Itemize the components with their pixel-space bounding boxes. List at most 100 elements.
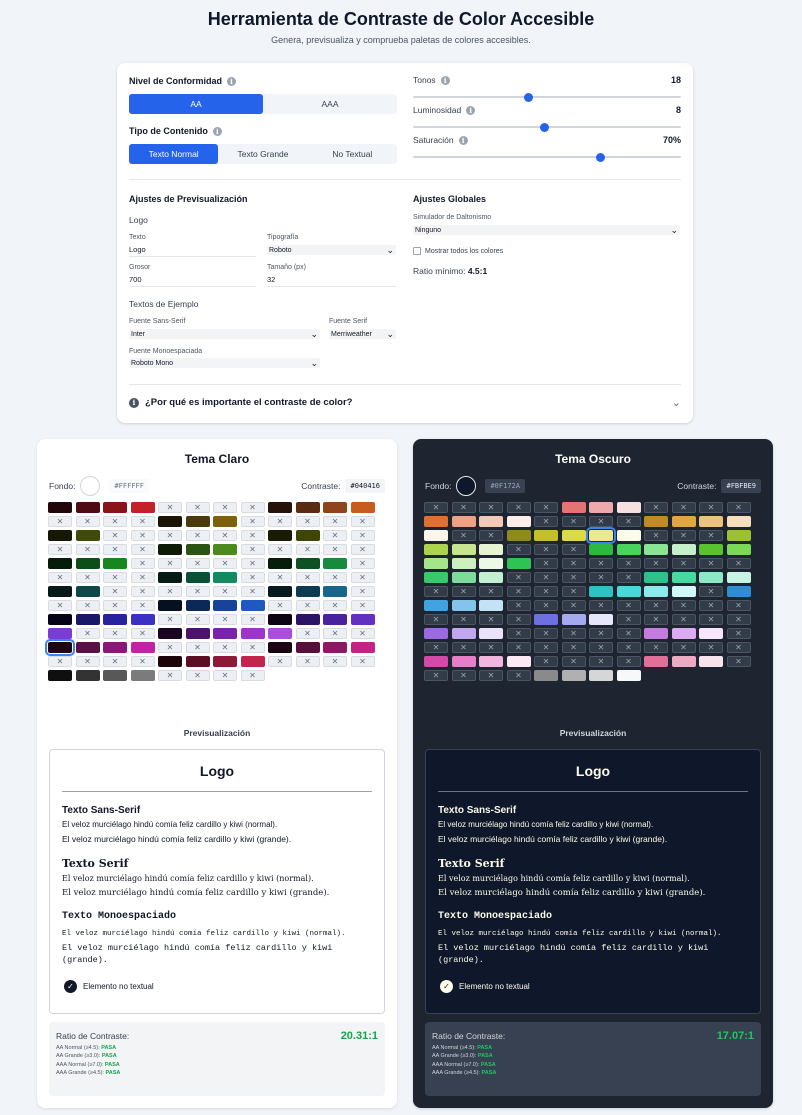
- color-cell-unavailable[interactable]: ✕: [323, 628, 347, 639]
- color-cell-unavailable[interactable]: ✕: [506, 628, 531, 639]
- faq-accordion[interactable]: i ¿Por qué es importante el contraste de…: [129, 397, 681, 408]
- color-cell-unavailable[interactable]: ✕: [506, 544, 531, 555]
- color-swatch[interactable]: [561, 670, 586, 681]
- contrast-hex[interactable]: #040416: [345, 479, 385, 493]
- color-cell-unavailable[interactable]: ✕: [616, 614, 641, 625]
- info-icon[interactable]: i: [212, 126, 222, 136]
- color-swatch[interactable]: [616, 586, 641, 597]
- color-swatch[interactable]: [213, 600, 237, 611]
- color-cell-unavailable[interactable]: ✕: [644, 600, 668, 611]
- color-cell-unavailable[interactable]: ✕: [185, 502, 210, 513]
- color-swatch[interactable]: [185, 600, 210, 611]
- color-cell-unavailable[interactable]: ✕: [350, 530, 375, 541]
- color-cell-unavailable[interactable]: ✕: [561, 544, 586, 555]
- content-type-non-text[interactable]: No Textual: [308, 144, 397, 164]
- color-cell-unavailable[interactable]: ✕: [350, 628, 375, 639]
- color-cell-unavailable[interactable]: ✕: [534, 544, 558, 555]
- color-cell-unavailable[interactable]: ✕: [213, 670, 237, 681]
- color-cell-unavailable[interactable]: ✕: [213, 586, 237, 597]
- color-swatch[interactable]: [506, 516, 531, 527]
- color-cell-unavailable[interactable]: ✕: [158, 558, 182, 569]
- color-swatch[interactable]: [213, 572, 237, 583]
- color-swatch[interactable]: [240, 600, 265, 611]
- color-swatch[interactable]: [671, 628, 696, 639]
- color-cell-unavailable[interactable]: ✕: [158, 530, 182, 541]
- color-cell-unavailable[interactable]: ✕: [130, 586, 155, 597]
- color-cell-unavailable[interactable]: ✕: [103, 530, 127, 541]
- color-cell-unavailable[interactable]: ✕: [350, 586, 375, 597]
- color-swatch[interactable]: [424, 558, 448, 569]
- color-cell-unavailable[interactable]: ✕: [699, 502, 723, 513]
- color-swatch[interactable]: [350, 502, 375, 513]
- color-swatch[interactable]: [103, 642, 127, 653]
- color-cell-unavailable[interactable]: ✕: [699, 614, 723, 625]
- color-cell-unavailable[interactable]: ✕: [644, 642, 668, 653]
- color-cell-unavailable[interactable]: ✕: [534, 628, 558, 639]
- color-cell-unavailable[interactable]: ✕: [506, 502, 531, 513]
- color-cell-unavailable[interactable]: ✕: [130, 656, 155, 667]
- color-cell-unavailable[interactable]: ✕: [561, 628, 586, 639]
- color-cell-unavailable[interactable]: ✕: [350, 558, 375, 569]
- color-swatch[interactable]: [213, 656, 237, 667]
- color-swatch[interactable]: [268, 502, 292, 513]
- color-cell-unavailable[interactable]: ✕: [699, 530, 723, 541]
- background-hex[interactable]: #FFFFFF: [109, 479, 149, 493]
- color-cell-unavailable[interactable]: ✕: [726, 502, 751, 513]
- color-cell-unavailable[interactable]: ✕: [561, 572, 586, 583]
- color-cell-unavailable[interactable]: ✕: [240, 614, 265, 625]
- color-cell-unavailable[interactable]: ✕: [424, 670, 448, 681]
- color-swatch[interactable]: [424, 544, 448, 555]
- color-swatch[interactable]: [130, 614, 155, 625]
- color-cell-unavailable[interactable]: ✕: [479, 586, 503, 597]
- color-swatch[interactable]: [48, 530, 72, 541]
- color-cell-unavailable[interactable]: ✕: [616, 516, 641, 527]
- color-cell-unavailable[interactable]: ✕: [130, 530, 155, 541]
- color-swatch[interactable]: [268, 530, 292, 541]
- color-cell-unavailable[interactable]: ✕: [589, 656, 613, 667]
- color-swatch[interactable]: [616, 544, 641, 555]
- color-swatch[interactable]: [130, 670, 155, 681]
- color-swatch[interactable]: [45, 639, 75, 656]
- color-cell-unavailable[interactable]: ✕: [295, 516, 320, 527]
- info-icon[interactable]: i: [458, 135, 468, 145]
- color-cell-unavailable[interactable]: ✕: [158, 502, 182, 513]
- color-cell-unavailable[interactable]: ✕: [699, 586, 723, 597]
- color-swatch[interactable]: [185, 572, 210, 583]
- color-swatch[interactable]: [699, 628, 723, 639]
- color-cell-unavailable[interactable]: ✕: [103, 656, 127, 667]
- color-cell-unavailable[interactable]: ✕: [185, 614, 210, 625]
- colorblind-simulator-select[interactable]: Ninguno ⌄: [413, 225, 680, 235]
- color-cell-unavailable[interactable]: ✕: [589, 642, 613, 653]
- color-swatch[interactable]: [479, 656, 503, 667]
- color-cell-unavailable[interactable]: ✕: [726, 558, 751, 569]
- color-cell-unavailable[interactable]: ✕: [534, 558, 558, 569]
- color-swatch[interactable]: [48, 614, 72, 625]
- color-cell-unavailable[interactable]: ✕: [616, 558, 641, 569]
- slider-track[interactable]: [413, 92, 681, 102]
- color-cell-unavailable[interactable]: ✕: [103, 516, 127, 527]
- color-cell-unavailable[interactable]: ✕: [48, 572, 72, 583]
- color-cell-unavailable[interactable]: ✕: [295, 572, 320, 583]
- color-swatch[interactable]: [48, 670, 72, 681]
- color-swatch[interactable]: [644, 544, 668, 555]
- color-swatch[interactable]: [534, 530, 558, 541]
- color-swatch[interactable]: [130, 502, 155, 513]
- color-cell-unavailable[interactable]: ✕: [699, 600, 723, 611]
- color-swatch[interactable]: [75, 530, 100, 541]
- color-cell-unavailable[interactable]: ✕: [75, 628, 100, 639]
- color-cell-unavailable[interactable]: ✕: [158, 670, 182, 681]
- color-swatch[interactable]: [424, 572, 448, 583]
- color-cell-unavailable[interactable]: ✕: [424, 586, 448, 597]
- color-swatch[interactable]: [644, 586, 668, 597]
- color-cell-unavailable[interactable]: ✕: [534, 572, 558, 583]
- color-cell-unavailable[interactable]: ✕: [644, 558, 668, 569]
- color-cell-unavailable[interactable]: ✕: [561, 656, 586, 667]
- color-cell-unavailable[interactable]: ✕: [671, 530, 696, 541]
- color-swatch[interactable]: [350, 614, 375, 625]
- color-swatch[interactable]: [130, 642, 155, 653]
- color-swatch[interactable]: [213, 544, 237, 555]
- typography-select[interactable]: Roboto ⌄: [267, 245, 396, 255]
- color-cell-unavailable[interactable]: ✕: [616, 600, 641, 611]
- color-swatch[interactable]: [451, 600, 476, 611]
- background-swatch[interactable]: [456, 476, 477, 496]
